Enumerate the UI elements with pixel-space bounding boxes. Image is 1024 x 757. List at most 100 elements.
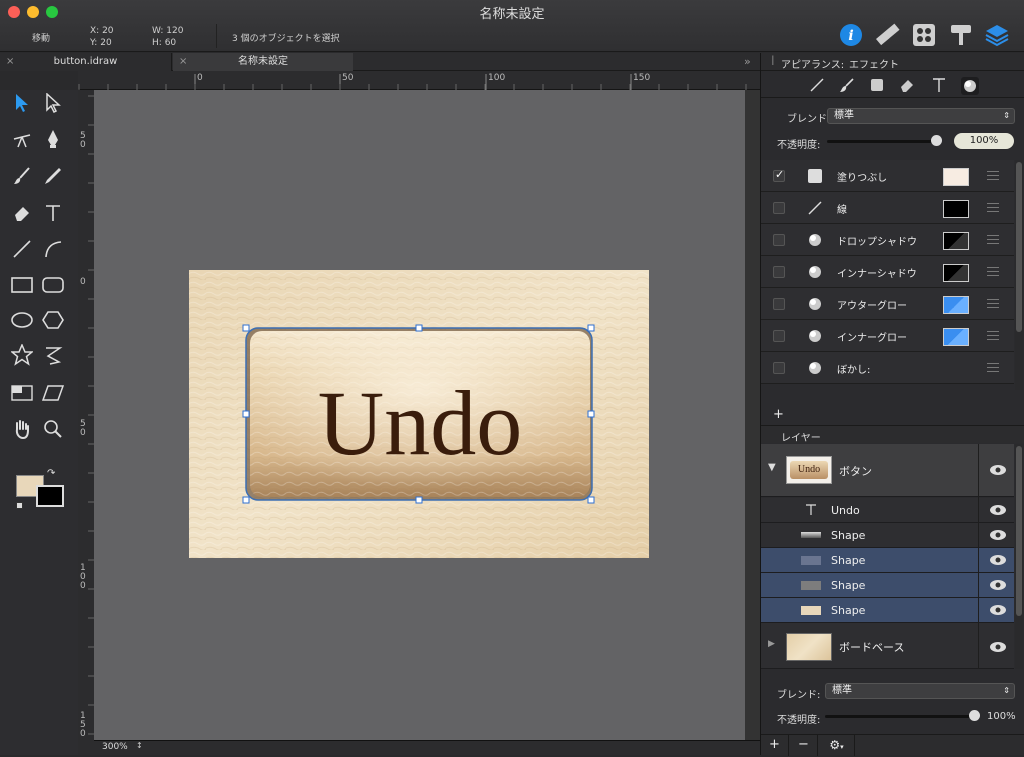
pen-tool-icon[interactable] bbox=[40, 126, 66, 152]
inner-glow-checkbox[interactable] bbox=[773, 330, 785, 342]
inner-shadow-checkbox[interactable] bbox=[773, 266, 785, 278]
tabs-overflow-icon[interactable]: » bbox=[744, 55, 751, 68]
eye-icon[interactable] bbox=[989, 529, 1007, 541]
reorder-handle-icon[interactable] bbox=[987, 267, 999, 276]
layer-name[interactable]: Shape bbox=[831, 554, 865, 567]
layers-scrollbar[interactable] bbox=[1015, 444, 1023, 669]
rounded-rectangle-tool-icon[interactable] bbox=[40, 272, 66, 298]
line-tool-icon[interactable] bbox=[9, 236, 35, 262]
x-value[interactable]: 20 bbox=[102, 26, 113, 36]
y-value[interactable]: 20 bbox=[100, 38, 111, 48]
default-colors-icon[interactable] bbox=[16, 502, 23, 509]
eye-icon[interactable] bbox=[989, 554, 1007, 566]
outer-glow-checkbox[interactable] bbox=[773, 298, 785, 310]
layer-row-shape[interactable]: Shape bbox=[761, 598, 1014, 623]
layer-name[interactable]: Shape bbox=[831, 579, 865, 592]
add-appearance-button[interactable]: + bbox=[773, 407, 784, 422]
polygon-tool-icon[interactable] bbox=[40, 307, 66, 333]
eye-icon[interactable] bbox=[989, 604, 1007, 616]
w-value[interactable]: 120 bbox=[166, 26, 183, 36]
layer-row-shape[interactable]: Shape bbox=[761, 523, 1014, 548]
reorder-handle-icon[interactable] bbox=[987, 331, 999, 340]
layer-row-shape[interactable]: Shape bbox=[761, 548, 1014, 573]
frame-tool-icon[interactable] bbox=[9, 380, 35, 406]
layer-name[interactable]: ボタン bbox=[839, 463, 872, 479]
zoom-stepper-icon[interactable]: ↕ bbox=[136, 741, 143, 750]
reorder-handle-icon[interactable] bbox=[987, 235, 999, 244]
disclosure-open-icon[interactable]: ▼ bbox=[768, 462, 776, 473]
fill-checkbox[interactable]: ✓ bbox=[773, 168, 785, 182]
eye-icon[interactable] bbox=[989, 504, 1007, 516]
direct-selection-tool-icon[interactable] bbox=[40, 90, 66, 116]
text-style-icon[interactable] bbox=[931, 77, 947, 93]
appearance-item-stroke[interactable]: 線 bbox=[761, 192, 1014, 224]
layer-name[interactable]: Undo bbox=[831, 504, 860, 517]
stroke-color-swatch[interactable] bbox=[943, 200, 969, 218]
drawing-canvas[interactable]: Undo bbox=[94, 90, 745, 740]
stroke-checkbox[interactable] bbox=[773, 202, 785, 214]
text-tool-icon[interactable] bbox=[40, 200, 66, 226]
appearance-tab[interactable]: アピアランス: bbox=[781, 56, 844, 71]
layer-group-board-base[interactable]: ▶ ボードベース bbox=[761, 623, 1014, 669]
appearance-item-outer-glow[interactable]: アウターグロー bbox=[761, 288, 1014, 320]
inner-glow-color-swatch[interactable] bbox=[943, 328, 969, 346]
tab-button-idraw[interactable]: × button.idraw bbox=[0, 53, 172, 71]
arc-tool-icon[interactable] bbox=[40, 236, 66, 262]
appearance-item-inner-glow[interactable]: インナーグロー bbox=[761, 320, 1014, 352]
eye-icon[interactable] bbox=[989, 579, 1007, 591]
layer-name[interactable]: ボードベース bbox=[839, 639, 904, 655]
stroke-style-icon[interactable] bbox=[809, 77, 825, 93]
effects-tab[interactable]: エフェクト bbox=[849, 56, 899, 71]
blur-checkbox[interactable] bbox=[773, 362, 785, 374]
layer-opacity-thumb[interactable] bbox=[969, 710, 980, 721]
spiral-tool-icon[interactable] bbox=[40, 342, 66, 368]
appearance-item-fill[interactable]: ✓ 塗りつぶし bbox=[761, 160, 1014, 192]
reorder-handle-icon[interactable] bbox=[987, 203, 999, 212]
tab-untitled[interactable]: × 名称未設定 bbox=[173, 53, 353, 71]
appearance-item-inner-shadow[interactable]: インナーシャドウ bbox=[761, 256, 1014, 288]
outer-glow-color-swatch[interactable] bbox=[943, 296, 969, 314]
brush-tool-icon[interactable] bbox=[9, 163, 35, 189]
remove-layer-button[interactable]: − bbox=[790, 735, 818, 756]
fill-color-swatch[interactable] bbox=[943, 168, 969, 186]
blend-mode-select[interactable]: 標準 ⇕ bbox=[827, 108, 1015, 124]
layer-blend-select[interactable]: 標準 ⇕ bbox=[825, 683, 1015, 699]
reorder-handle-icon[interactable] bbox=[987, 299, 999, 308]
opacity-slider-thumb[interactable] bbox=[931, 135, 942, 146]
star-tool-icon[interactable] bbox=[9, 342, 35, 368]
reorder-handle-icon[interactable] bbox=[987, 171, 999, 180]
selection-tool-icon[interactable] bbox=[9, 90, 35, 116]
h-value[interactable]: 60 bbox=[165, 38, 176, 48]
stroke-color-well[interactable] bbox=[36, 485, 64, 507]
opacity-value[interactable]: 100% bbox=[970, 135, 999, 146]
opacity-slider[interactable] bbox=[827, 140, 937, 143]
disclosure-closed-icon[interactable]: ▶ bbox=[768, 639, 775, 649]
appearance-item-drop-shadow[interactable]: ドロップシャドウ bbox=[761, 224, 1014, 256]
reorder-handle-icon[interactable] bbox=[987, 363, 999, 372]
eye-icon[interactable] bbox=[989, 464, 1007, 476]
rectangle-tool-icon[interactable] bbox=[9, 272, 35, 298]
layer-name[interactable]: Shape bbox=[831, 529, 865, 542]
ellipse-tool-icon[interactable] bbox=[9, 307, 35, 333]
button-label-text[interactable]: Undo bbox=[318, 372, 522, 474]
drop-shadow-color-swatch[interactable] bbox=[943, 232, 969, 250]
layer-row-undo-text[interactable]: Undo bbox=[761, 498, 1014, 523]
layer-name[interactable]: Shape bbox=[831, 604, 865, 617]
hand-tool-icon[interactable] bbox=[9, 416, 35, 442]
fill-style-icon[interactable] bbox=[869, 77, 885, 93]
swap-colors-icon[interactable]: ↷ bbox=[47, 468, 55, 479]
style-roller-icon[interactable] bbox=[948, 22, 974, 48]
pencil-tool-icon[interactable] bbox=[40, 163, 66, 189]
brush-style-icon[interactable] bbox=[839, 77, 855, 93]
zoom-level[interactable]: 300% bbox=[102, 742, 128, 752]
close-icon[interactable]: × bbox=[179, 53, 187, 71]
add-layer-button[interactable]: + bbox=[761, 735, 789, 756]
layer-opacity-slider[interactable] bbox=[825, 715, 975, 718]
skew-tool-icon[interactable] bbox=[40, 380, 66, 406]
ruler-icon[interactable] bbox=[874, 22, 900, 48]
inner-shadow-color-swatch[interactable] bbox=[943, 264, 969, 282]
appearance-item-blur[interactable]: ぼかし: bbox=[761, 352, 1014, 384]
effect-style-icon[interactable] bbox=[961, 77, 979, 95]
layer-options-button[interactable]: ⚙▾ bbox=[819, 735, 855, 756]
path-edit-tool-icon[interactable] bbox=[9, 126, 35, 152]
